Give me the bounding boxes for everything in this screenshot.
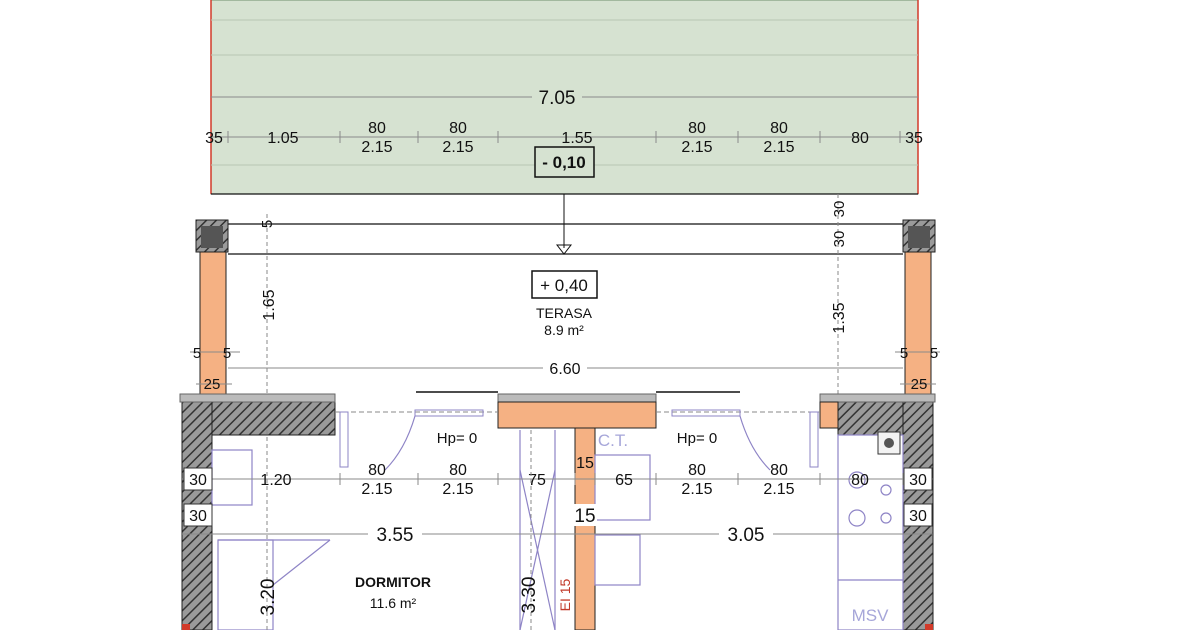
int-dim-3: 80 xyxy=(449,462,467,479)
terrace-right-height: 1.35 xyxy=(831,302,848,333)
int-height-0: 2.15 xyxy=(361,481,392,498)
dim-top-7: 80 xyxy=(851,130,869,147)
dim-top-0: 35 xyxy=(205,130,223,147)
red-marker-right xyxy=(925,624,933,630)
dim-top-2: 80 xyxy=(368,120,386,137)
terrace-width: 6.60 xyxy=(549,361,580,378)
interior-dimension-row: 30 1.20 80 80 75 15 65 80 80 80 30 2.15 … xyxy=(182,455,933,498)
ei-label: EI 15 xyxy=(557,578,573,611)
int-dim-5: 15 xyxy=(576,455,594,472)
dim-top-4: 1.55 xyxy=(561,130,592,147)
wall-30-right: 30 xyxy=(909,508,927,525)
dim-top-3: 80 xyxy=(449,120,467,137)
left-height: 3.20 xyxy=(258,579,279,616)
side-25-1: 25 xyxy=(911,376,928,393)
wall-15: 15 xyxy=(574,506,595,527)
height-top-2: 2.15 xyxy=(681,139,712,156)
int-dim-7: 80 xyxy=(688,462,706,479)
msv-label: MSV xyxy=(852,606,890,625)
terrace-right-top: 30 xyxy=(831,201,848,218)
stove-burner-icon xyxy=(884,438,894,448)
wall-30-left: 30 xyxy=(189,508,207,525)
room-area: 11.6 m² xyxy=(370,595,417,611)
wall-thickness-row: 30 15 30 xyxy=(183,503,933,527)
dim-overall: 7.05 xyxy=(539,88,576,109)
int-dim-6: 65 xyxy=(615,472,633,489)
red-marker-left xyxy=(182,624,190,630)
int-height-1: 2.15 xyxy=(442,481,473,498)
height-top-3: 2.15 xyxy=(763,139,794,156)
floor-plan: 7.05 35 1.05 80 80 1.55 80 80 80 35 2.15… xyxy=(179,0,940,630)
ct-label: C.T. xyxy=(598,431,628,450)
side-5-1: 5 xyxy=(223,345,231,362)
terrace-level-label: + 0,40 xyxy=(540,276,588,295)
terrace-name: TERASA xyxy=(536,305,593,321)
room-name: DORMITOR xyxy=(355,574,431,590)
side-5-0: 5 xyxy=(193,345,201,362)
int-height-2: 2.15 xyxy=(681,481,712,498)
left-width: 3.55 xyxy=(377,525,414,546)
terrace-level-marker: + 0,40 xyxy=(531,270,598,299)
dim-top-8: 35 xyxy=(905,130,923,147)
side-5-2: 5 xyxy=(900,345,908,362)
int-height-3: 2.15 xyxy=(763,481,794,498)
terrace-right-top2: 30 xyxy=(831,231,848,248)
side-25-0: 25 xyxy=(204,376,221,393)
height-top-0: 2.15 xyxy=(361,139,392,156)
terrace-area: 8.9 m² xyxy=(544,322,584,338)
int-dim-0: 30 xyxy=(189,472,207,489)
hp-right: Hp= 0 xyxy=(677,430,717,447)
room-width-row: 3.55 3.05 xyxy=(182,523,933,546)
int-dim-8: 80 xyxy=(770,462,788,479)
int-dim-9: 80 xyxy=(851,472,869,489)
level-marker-top: - 0,10 xyxy=(534,146,595,255)
int-dim-10: 30 xyxy=(909,472,927,489)
int-dim-2: 80 xyxy=(368,462,386,479)
height-top-1: 2.15 xyxy=(442,139,473,156)
mid-height: 3.30 xyxy=(519,577,540,614)
level-top-label: - 0,10 xyxy=(542,153,585,172)
side-5-3: 5 xyxy=(930,345,938,362)
hp-left: Hp= 0 xyxy=(437,430,477,447)
terrace-left-height: 1.65 xyxy=(261,289,278,320)
dim-top-5: 80 xyxy=(688,120,706,137)
dim-top-1: 1.05 xyxy=(267,130,298,147)
right-width: 3.05 xyxy=(728,525,765,546)
terrace-small-left: 5 xyxy=(259,220,276,228)
dim-top-6: 80 xyxy=(770,120,788,137)
int-dim-1: 1.20 xyxy=(260,472,291,489)
